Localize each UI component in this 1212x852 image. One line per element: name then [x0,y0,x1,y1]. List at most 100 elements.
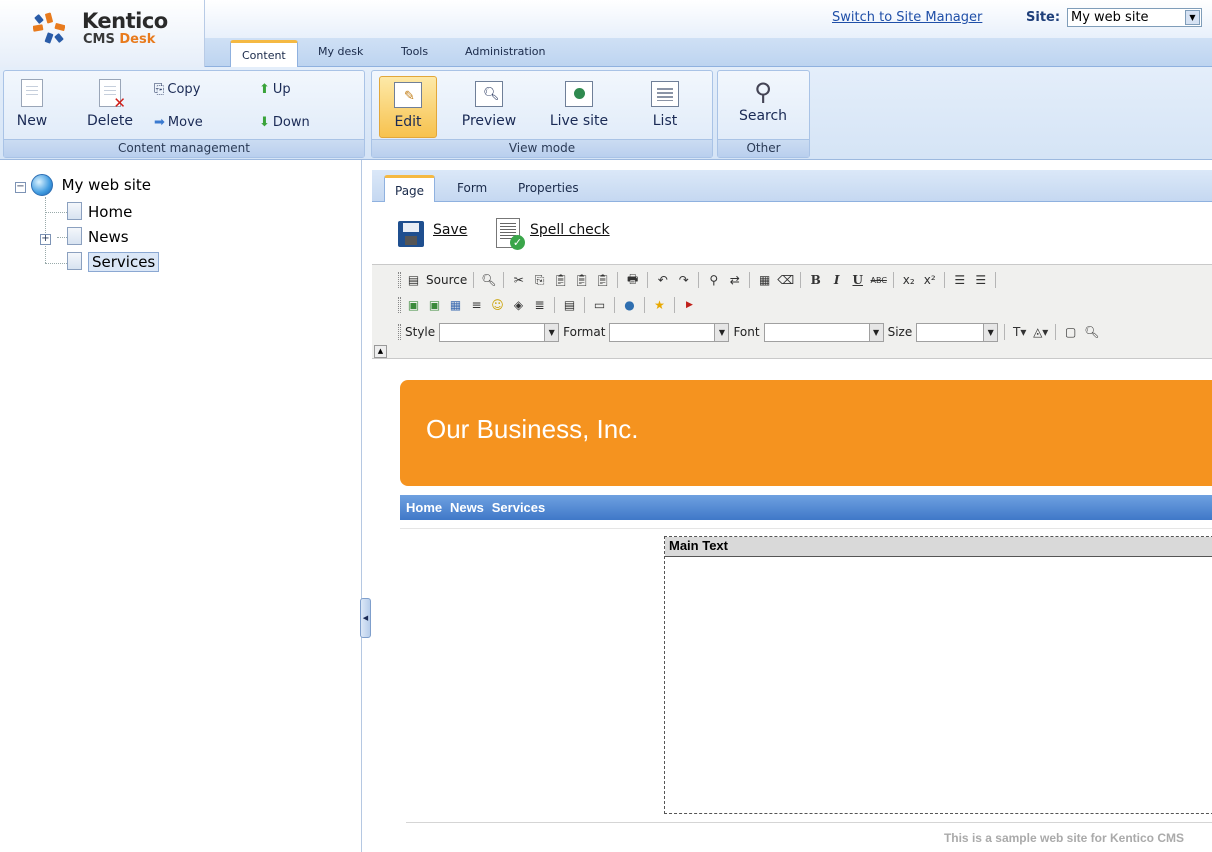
media-icon[interactable]: ● [621,297,638,314]
toolbar-separator [554,297,555,313]
site-menu-services[interactable]: Services [492,500,546,515]
edit-view-button[interactable]: ✎ Edit [379,76,437,138]
down-button[interactable]: ⬇ Down [259,115,310,130]
site-menu-home[interactable]: Home [406,500,442,515]
main-text-region[interactable]: Main Text [664,536,1212,814]
save-button[interactable]: Save [433,222,467,238]
text-color-icon[interactable]: T▾ [1011,324,1028,341]
other-group: ⚲ Search Other [717,70,810,158]
expand-toggle-icon[interactable]: + [40,234,51,245]
underline-icon[interactable]: U [849,272,866,289]
undo-icon[interactable]: ↶ [654,272,671,289]
select-all-icon[interactable]: ▦ [756,272,773,289]
tree-root[interactable]: − My web site [15,174,151,196]
cut-icon[interactable]: ✂ [510,272,527,289]
replace-icon[interactable]: ⇄ [726,272,743,289]
image-icon[interactable]: ▣ [405,297,422,314]
preview-icon[interactable]: 🔍︎ [480,272,497,289]
toolbar-collapse-icon[interactable]: ▲ [374,345,387,358]
bold-icon[interactable]: B [807,272,824,289]
chevron-down-icon[interactable]: ▼ [868,323,883,341]
chevron-down-icon[interactable]: ▼ [1185,10,1200,25]
move-button-label: Move [167,115,203,130]
site-select[interactable]: My web site ▼ [1067,8,1202,27]
tab-my-desk[interactable]: My desk [318,45,363,58]
down-button-label: Down [272,115,310,130]
size-select[interactable]: ▼ [916,322,999,342]
delete-button-label: Delete [87,113,133,129]
show-blocks-icon[interactable]: 🔍︎ [1083,324,1100,341]
search-button[interactable]: ⚲ Search [732,78,794,124]
tab-tools[interactable]: Tools [401,45,428,58]
new-button[interactable]: New [10,79,54,129]
view-mode-label: View mode [372,139,712,157]
superscript-icon[interactable]: x² [921,272,938,289]
source-button[interactable]: Source [426,273,467,287]
youtube-icon[interactable]: ▶ [681,297,698,314]
favorite-star-icon[interactable]: ★ [651,297,668,314]
live-site-button-label: Live site [549,113,609,129]
up-button[interactable]: ⬆ Up [259,82,291,97]
smiley-icon[interactable]: ☺ [489,297,506,314]
tab-form[interactable]: Form [457,181,487,195]
save-disk-icon[interactable] [398,221,424,247]
bulleted-list-icon[interactable]: ☰ [972,272,989,289]
move-button[interactable]: ➡ Move [154,115,203,130]
horizontal-rule-icon[interactable]: ≡ [468,297,485,314]
widget-icon[interactable]: ▭ [591,297,608,314]
preview-view-button[interactable]: 🔍︎ Preview [454,81,524,129]
product-prefix: CMS [83,32,115,47]
subscript-icon[interactable]: x₂ [900,272,917,289]
page-break-icon[interactable]: ≣ [531,297,548,314]
paste-text-icon[interactable]: 📋︎ [573,272,590,289]
font-select[interactable]: ▼ [763,322,884,342]
tab-page[interactable]: Page [384,175,436,202]
tree-item-news[interactable]: + News [40,227,129,246]
tab-administration[interactable]: Administration [465,45,546,58]
maximize-icon[interactable]: ▢ [1062,324,1079,341]
copy-button[interactable]: ⎘ Copy [154,82,200,97]
delete-button[interactable]: ✕ Delete [80,79,140,129]
site-menu-news[interactable]: News [450,500,484,515]
size-label: Size [887,325,913,339]
main-text-header: Main Text [665,537,1212,557]
find-icon[interactable]: ⚲ [705,272,722,289]
style-select[interactable]: ▼ [439,322,560,342]
new-button-label: New [16,113,48,129]
tree-connector [45,212,67,213]
insert-image-icon[interactable]: ▣ [426,297,443,314]
chevron-down-icon[interactable]: ▼ [983,323,998,341]
tab-properties[interactable]: Properties [518,181,579,195]
other-label: Other [718,139,809,157]
list-view-button[interactable]: List [640,81,690,129]
tab-content[interactable]: Content [230,40,298,67]
numbered-list-icon[interactable]: ☰ [951,272,968,289]
background-color-icon[interactable]: ◬▾ [1032,324,1049,341]
special-char-icon[interactable]: ◈ [510,297,527,314]
chevron-down-icon[interactable]: ▼ [544,323,559,341]
copy-icon[interactable]: ⎘ [531,272,548,289]
format-select[interactable]: ▼ [609,322,730,342]
wysiwyg-toolbar: ▤ Source 🔍︎ ✂ ⎘ 📋︎ 📋︎ 📋︎ 🖶 ↶ ↷ ⚲ ⇄ ▦ ⌫ B… [372,264,1212,359]
editor-panel: Page Form Properties Save ✓ Spell check … [372,160,1212,852]
print-icon[interactable]: 🖶 [624,272,641,289]
template-icon[interactable]: ▤ [561,297,578,314]
paste-icon[interactable]: 📋︎ [552,272,569,289]
table-icon[interactable]: ▦ [447,297,464,314]
paste-word-icon[interactable]: 📋︎ [594,272,611,289]
toolbar-row-1: ▤ Source 🔍︎ ✂ ⎘ 📋︎ 📋︎ 📋︎ 🖶 ↶ ↷ ⚲ ⇄ ▦ ⌫ B… [398,269,998,291]
live-site-view-button[interactable]: Live site [544,81,614,129]
collapse-panel-icon[interactable]: ◀ [360,598,371,638]
collapse-toggle-icon[interactable]: − [15,182,26,193]
toolbar-grip [398,297,401,313]
redo-icon[interactable]: ↷ [675,272,692,289]
italic-icon[interactable]: I [828,272,845,289]
chevron-down-icon[interactable]: ▼ [714,323,729,341]
strikethrough-icon[interactable]: ABC [870,272,887,289]
remove-format-icon[interactable]: ⌫ [777,272,794,289]
spell-check-button[interactable]: Spell check [530,222,610,238]
tree-item-services[interactable]: Services [67,252,160,272]
spell-check-icon[interactable]: ✓ [496,218,525,250]
tree-item-home[interactable]: Home [67,202,132,221]
switch-to-site-manager-link[interactable]: Switch to Site Manager [832,10,982,25]
